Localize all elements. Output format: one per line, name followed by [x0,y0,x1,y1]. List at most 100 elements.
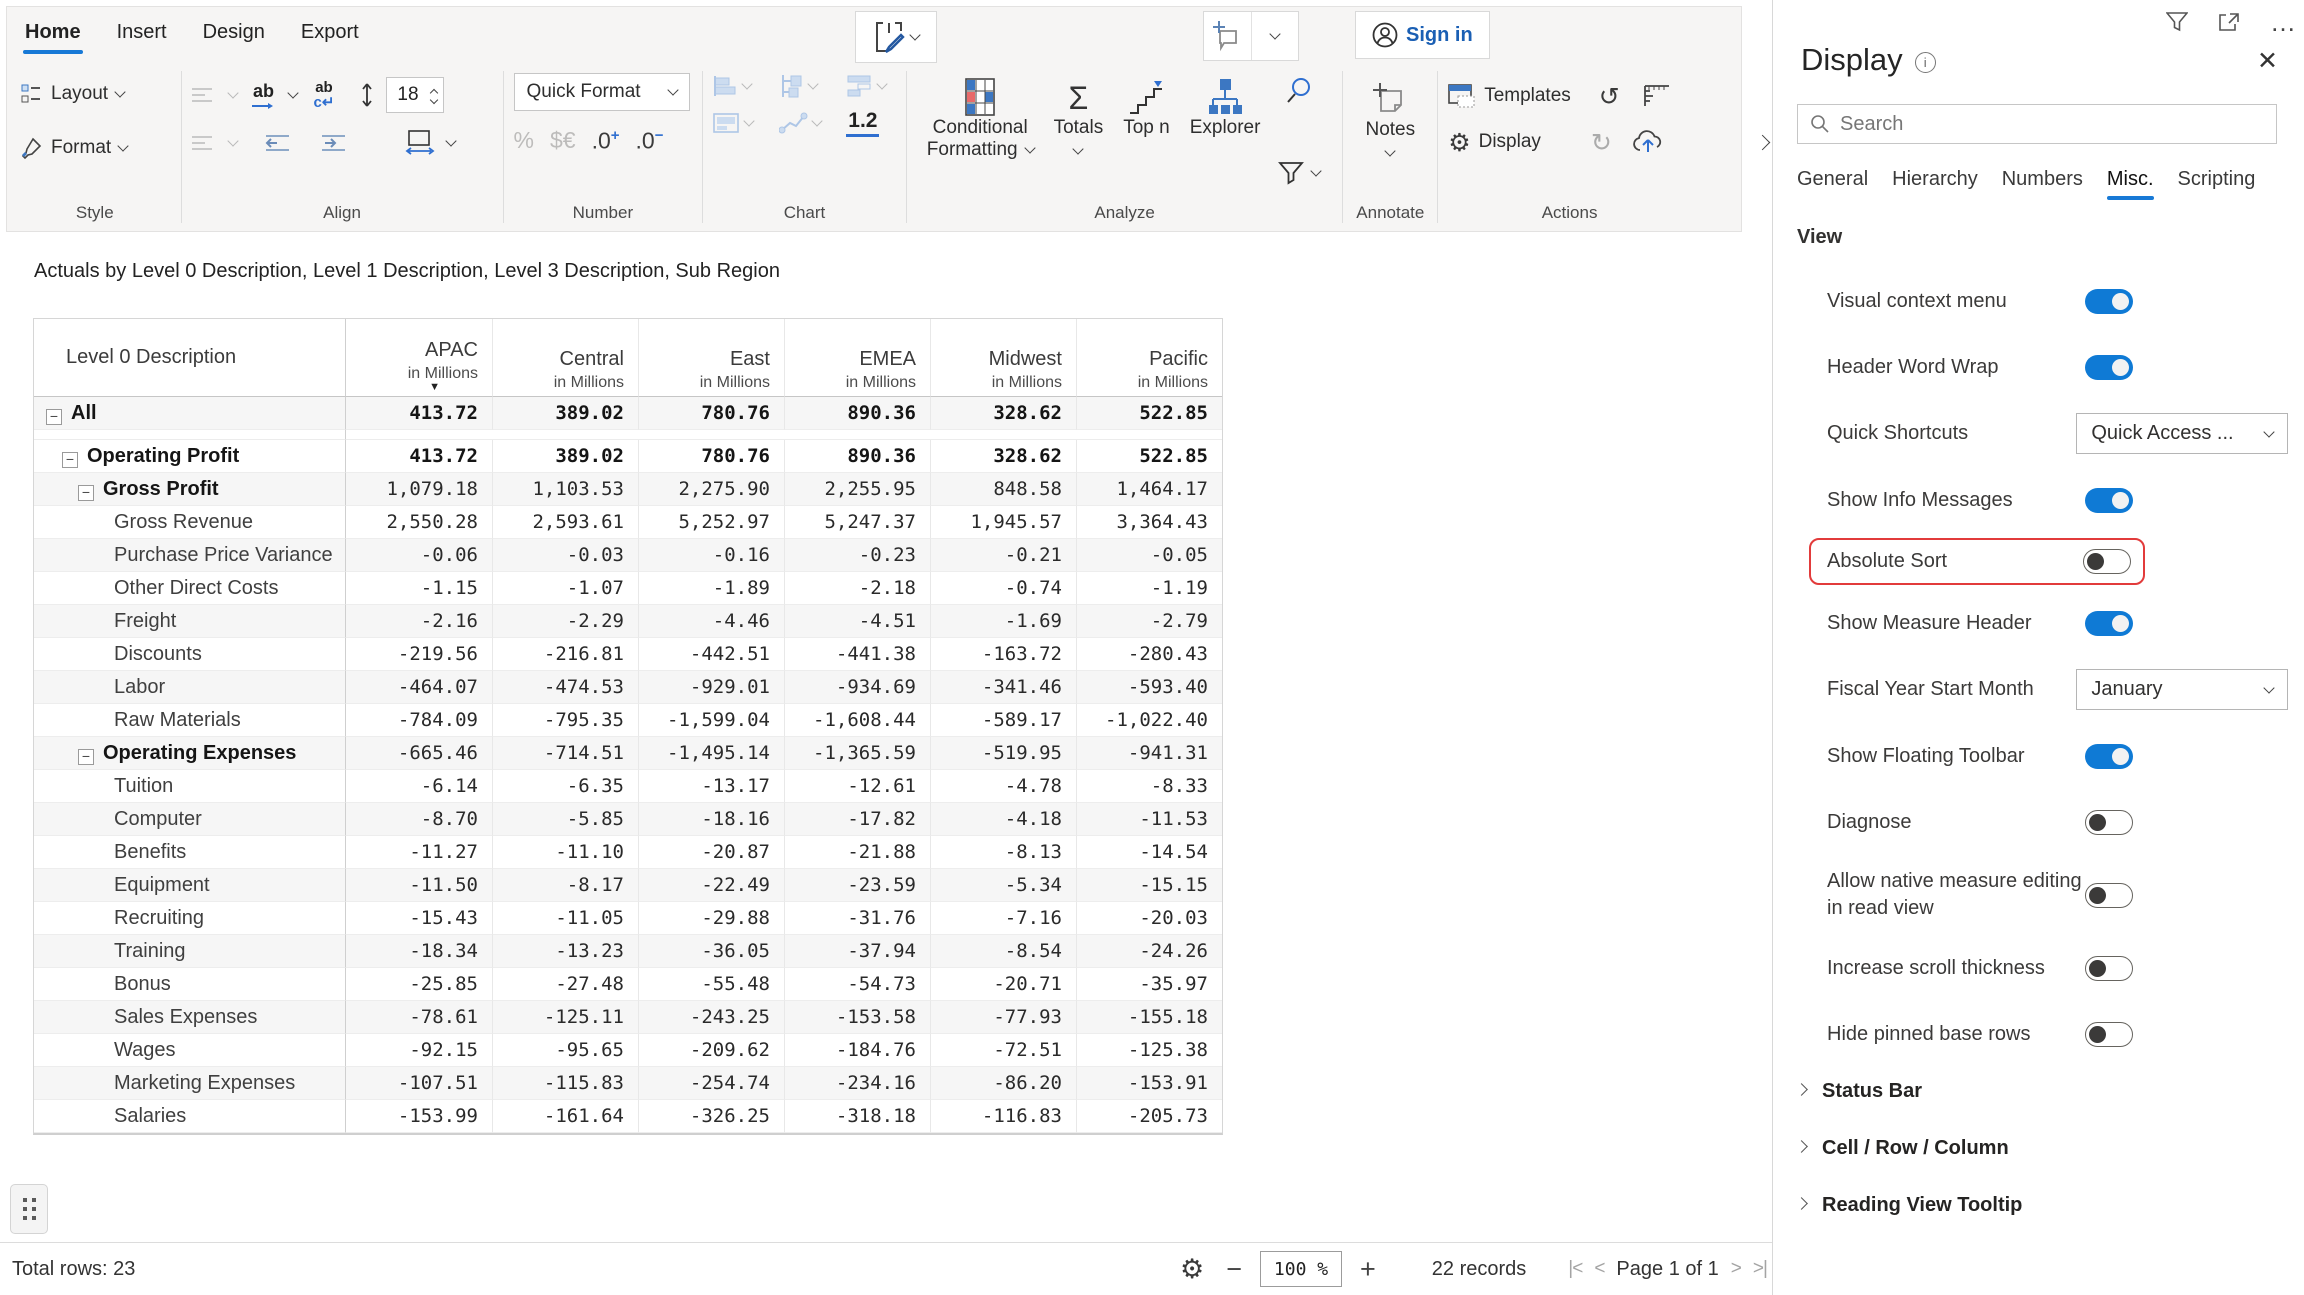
toggle-off[interactable] [2085,883,2133,908]
value-cell[interactable]: -1.07 [492,572,638,605]
value-cell[interactable]: 890.36 [784,440,930,473]
stepper-arrows[interactable] [431,88,437,103]
layout-button[interactable]: Layout [19,73,171,115]
search-input[interactable] [1840,113,2264,136]
zoom-out-button[interactable]: − [1226,1256,1242,1283]
value-cell[interactable]: -125.11 [492,1001,638,1034]
value-cell[interactable]: -1,608.44 [784,704,930,737]
value-cell[interactable]: -2.79 [1076,605,1222,638]
value-cell[interactable]: -92.15 [346,1034,492,1067]
dropdown-fiscal-year-start-month[interactable]: January [2076,669,2288,710]
edit-visual-button[interactable] [855,11,937,63]
sign-in-button[interactable]: Sign in [1355,11,1490,59]
value-cell[interactable]: -13.23 [492,935,638,968]
row-label-cell[interactable]: Other Direct Costs [34,572,346,605]
value-cell[interactable]: -4.18 [930,803,1076,836]
value-cell[interactable]: -11.10 [492,836,638,869]
value-cell[interactable]: 1,103.53 [492,473,638,506]
value-cell[interactable]: 522.85 [1076,440,1222,473]
value-cell[interactable]: -0.23 [784,539,930,572]
value-cell[interactable]: -1,022.40 [1076,704,1222,737]
value-cell[interactable]: -1.19 [1076,572,1222,605]
collapse-expander-icon[interactable]: − [46,409,62,425]
popout-icon[interactable] [2218,12,2240,32]
increase-indent-icon[interactable] [321,134,349,152]
value-cell[interactable]: 848.58 [930,473,1076,506]
zoom-level-field[interactable]: 100 % [1260,1251,1342,1287]
row-label-cell[interactable]: Purchase Price Variance [34,539,346,572]
value-cell[interactable]: -116.83 [930,1100,1076,1133]
value-cell[interactable]: -593.40 [1076,671,1222,704]
prev-page-button[interactable]: < [1594,1258,1604,1280]
value-cell[interactable]: -20.71 [930,968,1076,1001]
bar-chart-button[interactable] [713,73,763,99]
panel-search-box[interactable] [1797,104,2277,144]
column-header-central[interactable]: Centralin Millions [492,319,638,397]
value-cell[interactable]: -4.51 [784,605,930,638]
value-cell[interactable]: -184.76 [784,1034,930,1067]
value-cell[interactable]: 890.36 [784,397,930,430]
visual-drag-handle[interactable] [10,1184,48,1234]
value-cell[interactable]: -23.59 [784,869,930,902]
value-cell[interactable]: -441.38 [784,638,930,671]
value-cell[interactable]: -72.51 [930,1034,1076,1067]
cloud-upload-icon[interactable] [1632,130,1664,154]
value-cell[interactable]: -234.16 [784,1067,930,1100]
row-label-cell[interactable]: Bonus [34,968,346,1001]
value-cell[interactable]: -941.31 [1076,737,1222,770]
toggle-on[interactable] [2085,289,2133,314]
value-cell[interactable]: 413.72 [346,397,492,430]
font-size-stepper[interactable]: 18 [386,77,444,113]
panel-tab-numbers[interactable]: Numbers [2002,168,2083,200]
value-cell[interactable]: -665.46 [346,737,492,770]
value-cell[interactable]: -8.33 [1076,770,1222,803]
row-label-cell[interactable]: −Operating Profit [34,440,346,473]
value-cell[interactable]: -77.93 [930,1001,1076,1034]
quick-format-dropdown[interactable]: Quick Format [514,73,690,111]
value-cell[interactable]: -15.15 [1076,869,1222,902]
value-cell[interactable]: -519.95 [930,737,1076,770]
value-cell[interactable]: -155.18 [1076,1001,1222,1034]
filter-icon[interactable] [1278,161,1304,185]
last-page-button[interactable]: >| [1753,1258,1767,1280]
more-options-icon[interactable]: … [2270,17,2296,27]
value-cell[interactable]: -0.16 [638,539,784,572]
value-cell[interactable]: -22.49 [638,869,784,902]
value-cell[interactable]: -115.83 [492,1067,638,1100]
redo-icon[interactable]: ↻ [1591,130,1612,155]
value-cell[interactable]: -0.05 [1076,539,1222,572]
panel-filter-icon[interactable] [2166,12,2188,32]
ribbon-tab-design[interactable]: Design [201,15,267,56]
value-cell[interactable]: 3,364.43 [1076,506,1222,539]
value-cell[interactable]: -86.20 [930,1067,1076,1100]
value-cell[interactable]: -25.85 [346,968,492,1001]
value-cell[interactable]: 780.76 [638,440,784,473]
value-cell[interactable]: -27.48 [492,968,638,1001]
value-cell[interactable]: -318.18 [784,1100,930,1133]
conditional-formatting-button[interactable]: Conditional Formatting [927,73,1034,199]
collapse-expander-icon[interactable]: − [62,452,78,468]
value-cell[interactable]: 780.76 [638,397,784,430]
value-cell[interactable]: -153.91 [1076,1067,1222,1100]
value-cell[interactable]: -17.82 [784,803,930,836]
value-cell[interactable]: 389.02 [492,440,638,473]
row-header-cell[interactable]: Level 0 Description [34,319,346,397]
value-cell[interactable]: -11.27 [346,836,492,869]
value-cell[interactable]: -125.38 [1076,1034,1222,1067]
hierarchy-chart-button[interactable] [779,73,831,99]
value-cell[interactable]: 1,079.18 [346,473,492,506]
value-cell[interactable]: -1,365.59 [784,737,930,770]
value-cell[interactable]: -2.29 [492,605,638,638]
next-page-button[interactable]: > [1731,1258,1741,1280]
value-cell[interactable]: 328.62 [930,440,1076,473]
value-cell[interactable]: -161.64 [492,1100,638,1133]
value-cell[interactable]: -0.06 [346,539,492,572]
value-cell[interactable]: -2.16 [346,605,492,638]
value-cell[interactable]: -254.74 [638,1067,784,1100]
value-cell[interactable]: -5.85 [492,803,638,836]
row-label-cell[interactable]: Discounts [34,638,346,671]
value-cell[interactable]: -107.51 [346,1067,492,1100]
column-header-midwest[interactable]: Midwestin Millions [930,319,1076,397]
value-cell[interactable]: -6.14 [346,770,492,803]
zoom-in-button[interactable]: + [1360,1256,1376,1283]
